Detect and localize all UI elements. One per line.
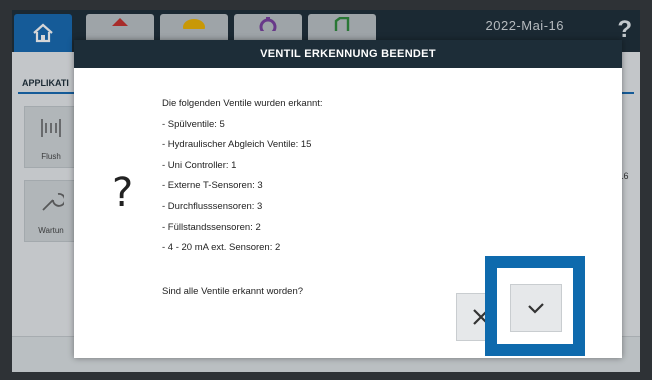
checkmark-icon: [528, 303, 544, 314]
message-item: - Uni Controller: 1: [162, 159, 237, 171]
message-item: - 4 - 20 mA ext. Sensoren: 2: [162, 242, 281, 254]
question-icon: ?: [112, 170, 134, 216]
dialog-message: Die folgenden Ventile wurden erkannt: - …: [162, 94, 323, 259]
confirm-button[interactable]: [510, 284, 562, 332]
dialog-question: Sind alle Ventile erkannt worden?: [162, 286, 304, 297]
message-item: - Füllstandssensoren: 2: [162, 221, 261, 233]
message-intro: Die folgenden Ventile wurden erkannt:: [162, 98, 323, 109]
dialog-title: VENTIL ERKENNUNG BEENDET: [74, 40, 622, 68]
message-item: - Externe T-Sensoren: 3: [162, 180, 263, 192]
message-item: - Hydraulischer Abgleich Ventile: 15: [162, 139, 312, 151]
message-item: - Durchflusssensoren: 3: [162, 200, 263, 212]
message-item: - Spülventile: 5: [162, 118, 225, 130]
device-frame: 2022-Mai-16 ? APPLIKATI Flush Wartun 22-…: [0, 0, 652, 380]
